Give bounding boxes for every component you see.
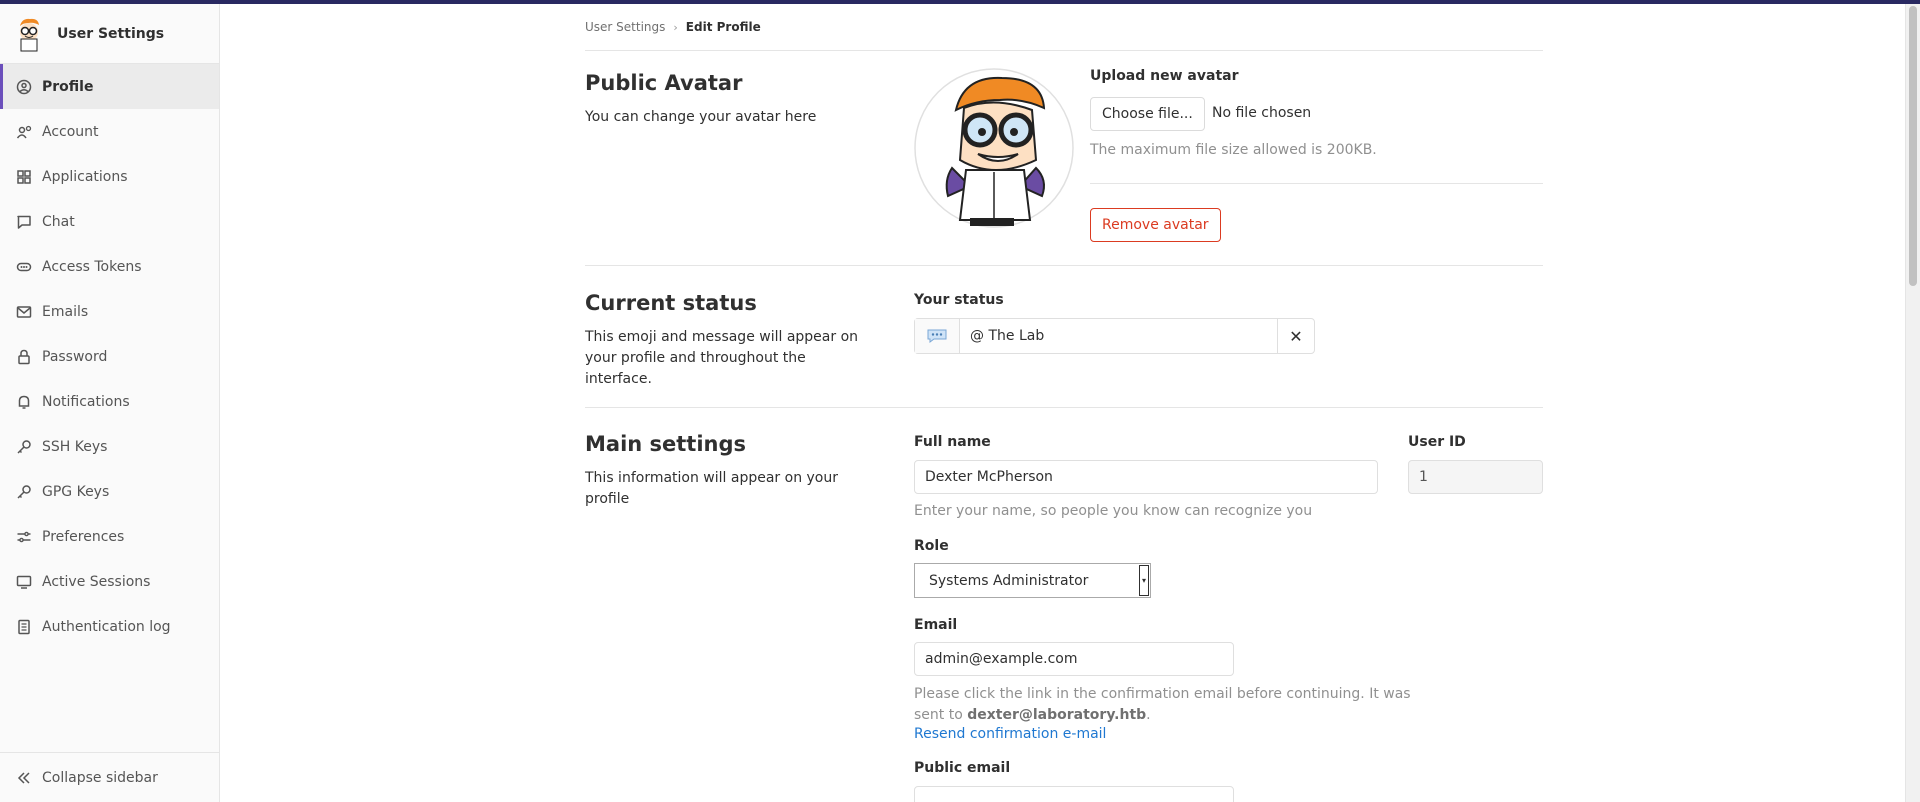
sidebar-item-notifications[interactable]: Notifications xyxy=(0,379,219,424)
main-content: User Settings › Edit Profile Public Avat… xyxy=(585,4,1543,802)
sidebar-item-label: Preferences xyxy=(42,528,125,545)
avatar-heading: Public Avatar xyxy=(585,71,743,95)
user-avatar-icon xyxy=(20,18,39,51)
sidebar-item-preferences[interactable]: Preferences xyxy=(0,514,219,559)
full-name-input[interactable]: Dexter McPherson xyxy=(914,460,1378,494)
status-description: This emoji and message will appear on yo… xyxy=(585,329,859,387)
avatar-image xyxy=(914,68,1074,228)
preferences-icon xyxy=(17,531,31,542)
no-file-chosen-text: No file chosen xyxy=(1212,105,1312,121)
avatar-description: You can change your avatar here xyxy=(585,109,817,125)
sidebar-item-applications[interactable]: Applications xyxy=(0,154,219,199)
email-hint-period: . xyxy=(1146,707,1151,723)
sidebar-item-label: GPG Keys xyxy=(42,483,110,500)
status-heading: Current status xyxy=(585,291,757,315)
choose-file-button[interactable]: Choose file... xyxy=(1090,97,1205,131)
breadcrumb: User Settings › Edit Profile xyxy=(585,4,1543,51)
sidebar-item-label: Password xyxy=(42,348,108,365)
sidebar-item-label: Authentication log xyxy=(42,618,171,635)
sidebar-item-label: Emails xyxy=(42,303,89,320)
sidebar-item-label: Applications xyxy=(42,168,128,185)
sidebar-item-label: Chat xyxy=(42,213,75,230)
user-id-input: 1 xyxy=(1408,460,1543,494)
token-icon xyxy=(16,262,32,271)
collapse-sidebar-label: Collapse sidebar xyxy=(42,769,158,786)
sidebar-item-active-sessions[interactable]: Active Sessions xyxy=(0,559,219,604)
sidebar-header[interactable]: User Settings xyxy=(0,4,219,64)
main-settings-heading: Main settings xyxy=(585,432,747,456)
sidebar-item-ssh-keys[interactable]: SSH Keys xyxy=(0,424,219,469)
avatar-divider xyxy=(1090,183,1543,184)
breadcrumb-parent[interactable]: User Settings xyxy=(585,20,665,34)
sidebar-item-gpg-keys[interactable]: GPG Keys xyxy=(0,469,219,514)
role-select[interactable]: Systems Administrator ▾ xyxy=(914,563,1151,598)
sidebar-item-label: Access Tokens xyxy=(42,258,142,275)
sidebar-item-access-tokens[interactable]: Access Tokens xyxy=(0,244,219,289)
public-email-select[interactable] xyxy=(914,786,1234,802)
sidebar-item-emails[interactable]: Emails xyxy=(0,289,219,334)
chevron-right-icon: › xyxy=(673,20,678,34)
remove-avatar-button[interactable]: Remove avatar xyxy=(1090,208,1221,242)
sidebar-item-password[interactable]: Password xyxy=(0,334,219,379)
email-confirmation-hint: Please click the link in the confirmatio… xyxy=(914,684,1434,726)
bell-icon xyxy=(18,395,30,409)
role-selected-value: Systems Administrator xyxy=(929,572,1089,589)
full-name-label: Full name xyxy=(914,434,991,450)
user-id-label: User ID xyxy=(1408,434,1466,450)
breadcrumb-current[interactable]: Edit Profile xyxy=(686,20,761,34)
scrollbar[interactable] xyxy=(1905,4,1920,802)
main-settings-description: This information will appear on your pro… xyxy=(585,470,838,507)
applications-icon xyxy=(17,169,31,184)
sidebar-item-account[interactable]: Account xyxy=(0,109,219,154)
avatar-section: Public Avatar You can change your avatar… xyxy=(585,51,1543,266)
chevron-down-icon: ▾ xyxy=(1139,565,1149,596)
emoji-picker-button[interactable] xyxy=(915,319,960,353)
clear-status-icon[interactable]: ✕ xyxy=(1277,319,1314,353)
status-message-input[interactable]: @ The Lab xyxy=(960,319,1277,353)
upload-avatar-label: Upload new avatar xyxy=(1090,68,1239,84)
full-name-help: Enter your name, so people you know can … xyxy=(914,503,1313,519)
chat-icon xyxy=(17,215,31,229)
account-icon xyxy=(16,125,32,138)
sidebar-item-profile[interactable]: Profile xyxy=(0,64,219,109)
sidebar-item-authentication-log[interactable]: Authentication log xyxy=(0,604,219,649)
email-input[interactable]: admin@example.com xyxy=(914,642,1234,676)
monitor-icon xyxy=(16,575,32,589)
resend-confirmation-link[interactable]: Resend confirmation e-mail xyxy=(914,726,1106,742)
role-label: Role xyxy=(914,538,949,554)
scrollbar-thumb[interactable] xyxy=(1909,6,1917,286)
sidebar-item-label: Active Sessions xyxy=(42,573,151,590)
mail-icon xyxy=(16,305,32,318)
lock-icon xyxy=(18,349,30,364)
sidebar-item-label: SSH Keys xyxy=(42,438,108,455)
sidebar-item-label: Notifications xyxy=(42,393,130,410)
max-file-size-hint: The maximum file size allowed is 200KB. xyxy=(1090,142,1377,158)
sidebar-title: User Settings xyxy=(57,25,165,42)
key-icon xyxy=(17,484,31,499)
speech-balloon-icon xyxy=(927,329,947,343)
profile-icon xyxy=(16,79,32,94)
double-chevron-left-icon xyxy=(17,771,30,784)
sidebar: User Settings Profile Account Applicatio… xyxy=(0,4,220,802)
email-label: Email xyxy=(914,617,958,633)
main-settings-section: Main settings This information will appe… xyxy=(585,408,1543,802)
sidebar-item-label: Account xyxy=(42,123,99,140)
your-status-label: Your status xyxy=(914,292,1004,308)
public-email-label: Public email xyxy=(914,760,1011,776)
sidebar-item-label: Profile xyxy=(42,78,94,95)
sidebar-item-chat[interactable]: Chat xyxy=(0,199,219,244)
log-icon xyxy=(18,619,30,634)
email-sent-to: dexter@laboratory.htb xyxy=(967,707,1147,723)
collapse-sidebar-button[interactable]: Collapse sidebar xyxy=(0,752,219,802)
key-icon xyxy=(17,439,31,454)
status-section: Current status This emoji and message wi… xyxy=(585,266,1543,408)
status-input-group: @ The Lab ✕ xyxy=(914,318,1315,354)
